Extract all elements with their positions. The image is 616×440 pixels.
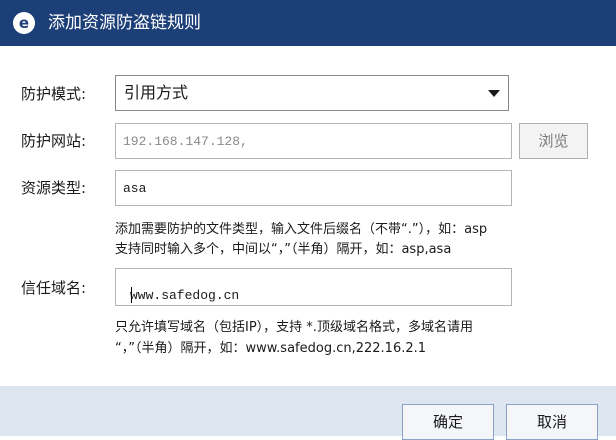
domain-hint-line-1: 只允许填写域名（包括IP），支持 *.顶级域名格式，多域名请用 [115, 320, 473, 335]
title-bar: e 添加资源防盗链规则 [0, 0, 616, 46]
window-title: 添加资源防盗链规则 [48, 13, 201, 33]
e-logo-icon: e [13, 12, 35, 34]
site-input-value: 192.168.147.128, [123, 134, 248, 149]
site-label: 防护网站: [21, 132, 87, 150]
type-hint-line-2: 支持同时输入多个，中间以“，”（半角）隔开，如：asp,asa [115, 242, 452, 257]
browse-button[interactable]: 浏览 [519, 123, 588, 159]
type-input[interactable]: asa [115, 170, 512, 206]
type-label: 资源类型: [21, 179, 87, 197]
domain-hint-line-2: “，”（半角）隔开，如：www.safedog.cn,222.16.2.1 [115, 341, 427, 356]
ok-button[interactable]: 确定 [402, 404, 494, 440]
site-input[interactable]: 192.168.147.128, [115, 123, 512, 159]
mode-select-value: 引用方式 [124, 83, 189, 102]
domain-input-value: www.safedog.cn [130, 288, 240, 303]
mode-select[interactable]: 引用方式 [115, 75, 509, 111]
text-cursor [131, 287, 132, 303]
type-hint-line-1: 添加需要防护的文件类型，输入文件后缀名（不带“.”），如：asp [115, 222, 488, 237]
chevron-down-icon[interactable] [488, 90, 500, 97]
domain-input[interactable]: www.safedog.cn [115, 268, 512, 306]
mode-label: 防护模式: [21, 85, 87, 103]
cancel-button[interactable]: 取消 [506, 404, 598, 440]
type-input-value: asa [123, 181, 147, 196]
domain-label: 信任域名: [21, 279, 87, 297]
